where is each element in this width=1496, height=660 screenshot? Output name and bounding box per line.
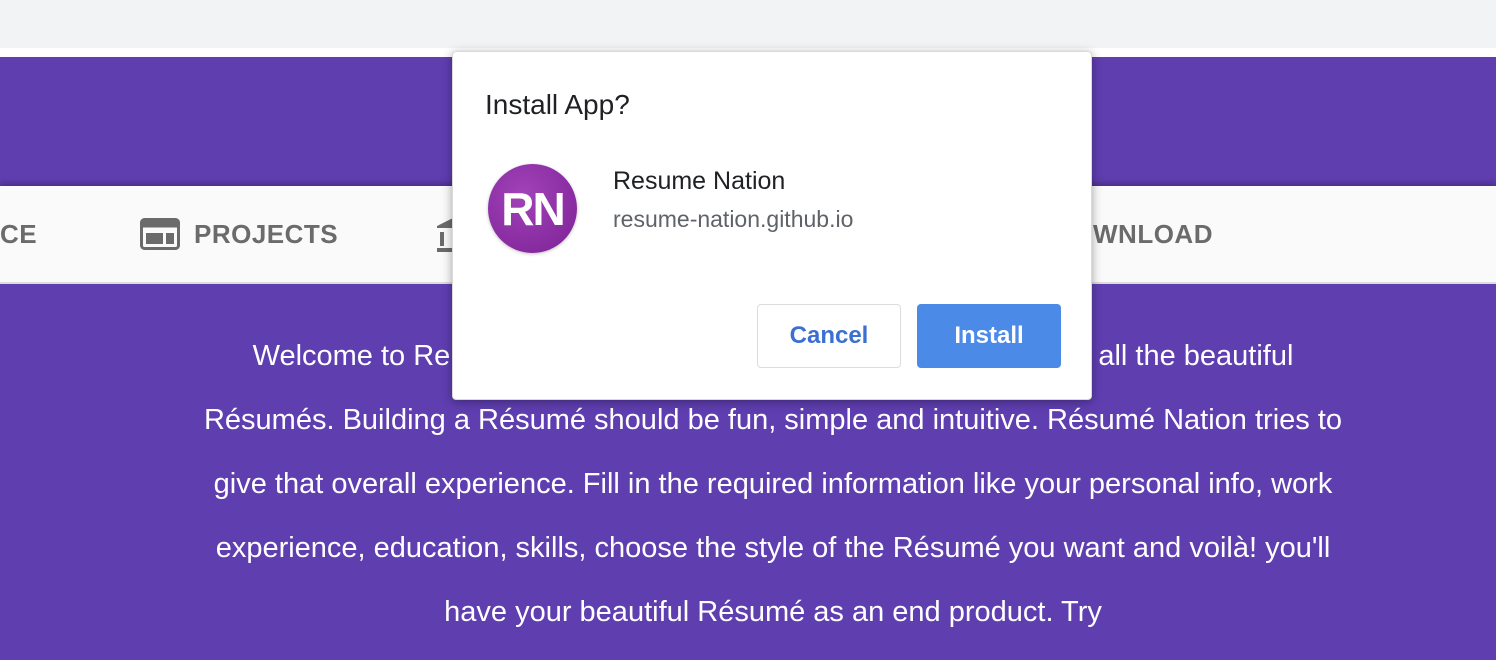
nav-item-label: PROJECTS: [194, 218, 339, 249]
nav-item-experience[interactable]: CE: [0, 186, 37, 282]
app-logo-text: RN: [501, 182, 565, 235]
install-app-dialog: Install App? RN Resume Nation resume-nat…: [452, 51, 1092, 400]
nav-item-label: CE: [0, 218, 38, 249]
dialog-title: Install App?: [485, 89, 630, 120]
nav-item-download[interactable]: WNLOAD: [1093, 186, 1213, 282]
web-icon: [140, 218, 180, 250]
nav-item-label: WNLOAD: [1093, 218, 1213, 249]
install-button[interactable]: Install: [917, 304, 1061, 368]
app-logo-icon: RN: [488, 164, 577, 253]
app-url: resume-nation.github.io: [613, 206, 854, 232]
welcome-text-left: Welcome to Re: [252, 340, 451, 372]
nav-item-projects[interactable]: PROJECTS: [140, 186, 338, 282]
browser-strip: [0, 0, 1496, 48]
app-name: Resume Nation: [613, 167, 786, 195]
welcome-text-right: all the beautiful: [1098, 340, 1294, 372]
cancel-button[interactable]: Cancel: [757, 304, 901, 368]
welcome-text-body: Résumés. Building a Résumé should be fun…: [203, 404, 1343, 628]
